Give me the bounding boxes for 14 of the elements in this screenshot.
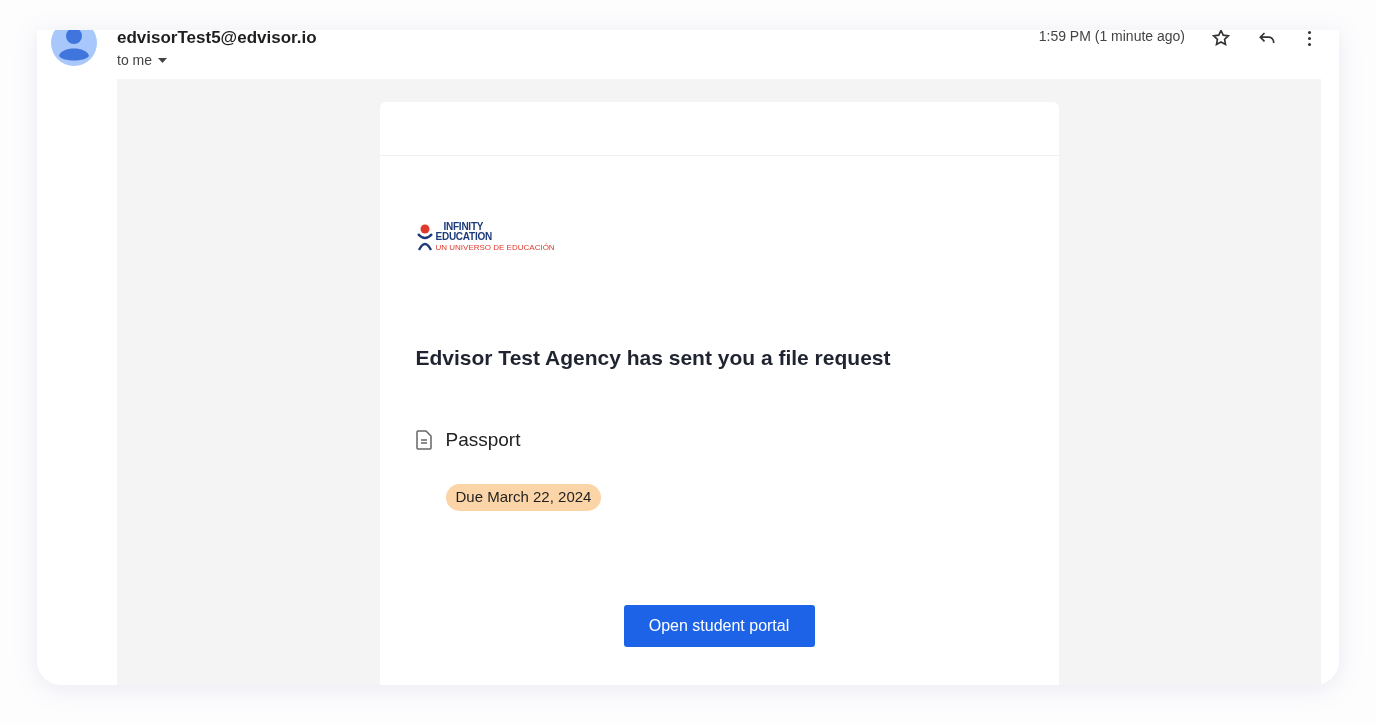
document-icon <box>415 429 432 450</box>
sender-address: edvisorTest5@edvisor.io <box>117 30 317 48</box>
logo-name: INFINITY <box>442 222 485 232</box>
document-name: Passport <box>445 427 521 452</box>
due-date-badge: Due March 22, 2024 <box>445 484 602 511</box>
email-heading: Edvisor Test Agency has sent you a file request <box>415 345 892 371</box>
figure-icon <box>415 223 434 251</box>
recipient-dropdown[interactable]: to me <box>117 50 317 71</box>
open-portal-button[interactable]: Open student portal <box>623 604 815 647</box>
caret-icon <box>158 58 167 63</box>
timestamp: 1:59 PM (1 minute ago) <box>1038 30 1185 46</box>
avatar-icon <box>51 30 97 66</box>
logo-name: EDUCATION <box>435 232 493 242</box>
logo-tagline: UN UNIVERSO DE EDUCACIÓN <box>435 243 555 252</box>
